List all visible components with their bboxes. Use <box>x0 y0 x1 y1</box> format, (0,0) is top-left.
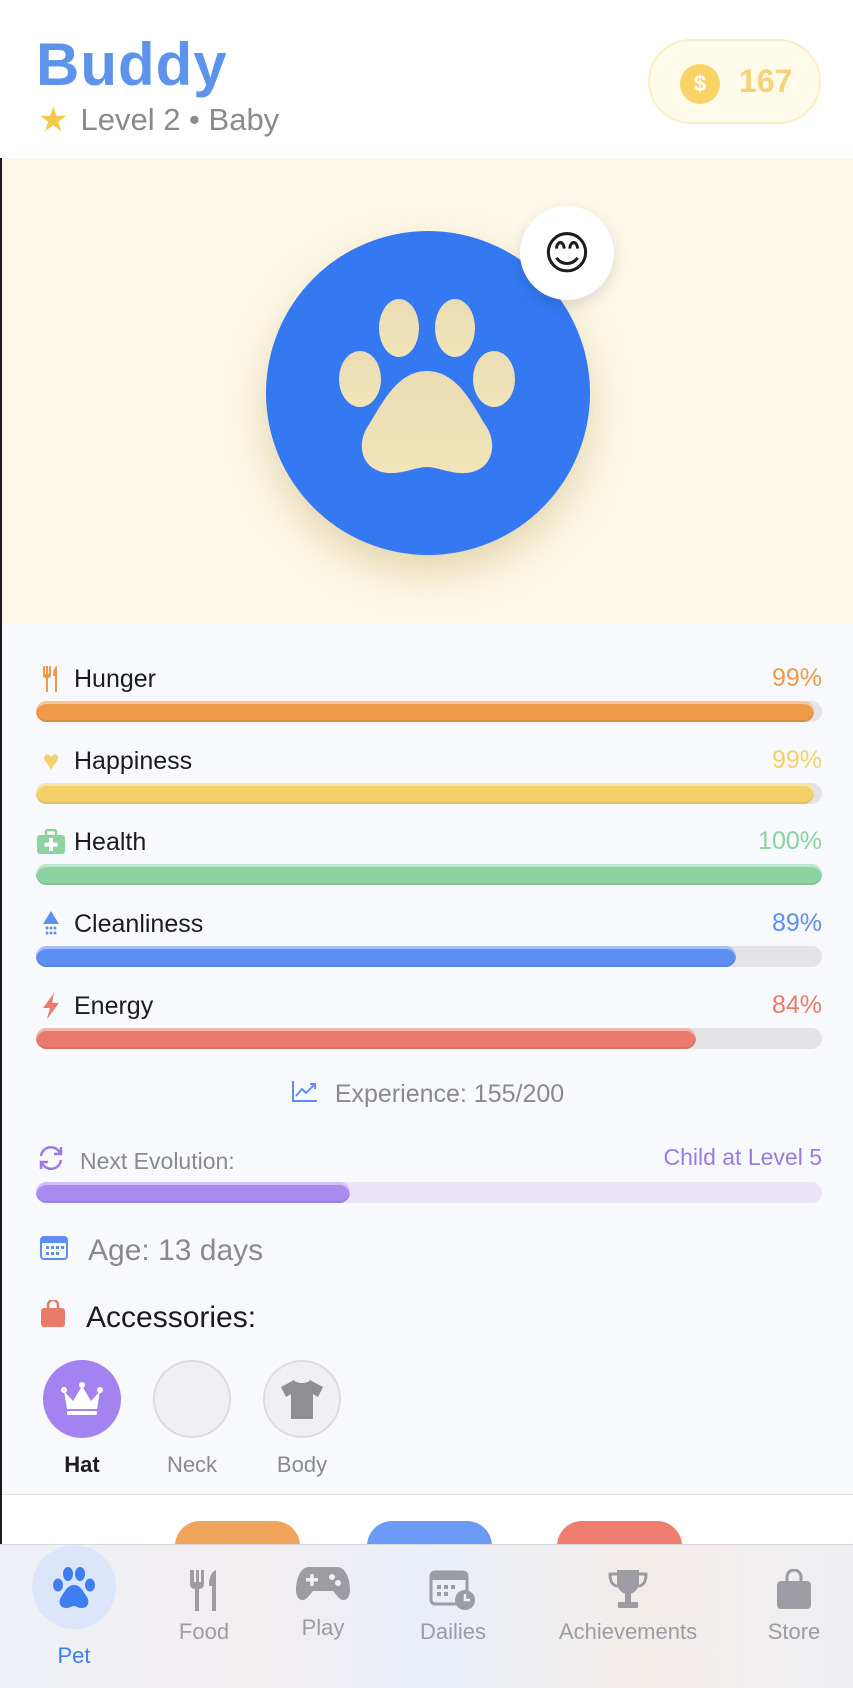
accessory-body[interactable]: Body <box>262 1360 342 1478</box>
stat-health-value: 100% <box>758 827 822 855</box>
stat-cleanliness-fill <box>36 946 736 967</box>
fork-knife-icon <box>164 1557 244 1623</box>
stat-health-label: Health <box>74 827 147 856</box>
stat-energy-fill <box>36 1028 697 1049</box>
stat-health-bar <box>36 864 822 885</box>
coin-icon: $ <box>680 64 720 104</box>
mood-emoji: 😊 <box>543 227 591 279</box>
stat-cleanliness-label-row: Cleanliness <box>36 909 203 939</box>
bolt-icon <box>36 991 66 1021</box>
stat-cleanliness-label: Cleanliness <box>74 909 204 938</box>
tab-achievements[interactable]: Achievements <box>545 1545 711 1688</box>
age-text: Age: 13 days <box>88 1234 264 1267</box>
stat-energy-label: Energy <box>74 991 154 1020</box>
stat-cleanliness-value: 89% <box>771 909 822 937</box>
level-text: Level 2 • Baby <box>80 102 280 137</box>
stat-happiness-label: Happiness <box>74 746 193 775</box>
star-icon: ★ <box>38 101 69 139</box>
stat-happiness-label-row: ♥ Happiness <box>36 745 193 776</box>
stats-panel: Hunger 99% ♥ Happiness 99% Health 100% C… <box>2 624 853 1494</box>
stat-happiness-value: 99% <box>771 746 822 774</box>
evolution-label: Next Evolution: <box>80 1147 235 1174</box>
tab-food-label: Food <box>178 1619 230 1644</box>
accessory-neck[interactable]: Neck <box>152 1360 232 1478</box>
stat-energy-value: 84% <box>771 991 822 1019</box>
fork-knife-icon <box>36 664 66 694</box>
medkit-icon <box>36 827 66 857</box>
shower-icon <box>36 909 66 939</box>
header: Buddy ★ Level 2 • Baby $ 167 <box>0 0 853 158</box>
accessory-neck-slot[interactable] <box>153 1360 231 1438</box>
accessory-hat-label: Hat <box>64 1452 100 1477</box>
tab-dailies-label: Dailies <box>419 1619 487 1644</box>
coin-balance[interactable]: $ 167 <box>648 39 821 124</box>
tab-pet-label: Pet <box>57 1643 91 1668</box>
stat-health-label-row: Health <box>36 827 146 857</box>
trophy-icon <box>588 1557 668 1623</box>
mood-indicator: 😊 <box>520 206 614 300</box>
pet-area: 😊 <box>2 158 853 624</box>
stat-hunger-fill <box>36 701 815 722</box>
evolution-label-row: Next Evolution: <box>36 1144 235 1178</box>
quick-actions <box>2 1494 853 1571</box>
calendar-clock-icon <box>413 1557 493 1623</box>
accessory-hat[interactable]: Hat <box>42 1360 122 1478</box>
tab-play[interactable]: Play <box>273 1545 373 1688</box>
evolution-target: Child at Level 5 <box>663 1144 822 1170</box>
shirt-icon <box>281 1380 323 1419</box>
stat-happiness-fill <box>36 783 815 804</box>
stat-happiness-bar <box>36 783 822 804</box>
stat-health-fill <box>36 864 822 885</box>
experience-text: Experience: 155/200 <box>334 1080 565 1108</box>
stat-hunger-label-row: Hunger <box>36 664 156 694</box>
coin-symbol: $ <box>693 71 707 96</box>
calendar-icon <box>40 1234 68 1268</box>
age: Age: 13 days <box>40 1234 263 1268</box>
tab-achievements-label: Achievements <box>558 1619 698 1644</box>
heart-icon: ♥ <box>42 745 60 776</box>
level-line: ★ Level 2 • Baby <box>38 100 279 140</box>
accessory-hat-slot[interactable] <box>43 1360 121 1438</box>
stat-energy-label-row: Energy <box>36 991 153 1021</box>
evolution-bar <box>36 1182 822 1203</box>
refresh-icon <box>36 1144 66 1178</box>
accessory-body-slot[interactable] <box>263 1360 341 1438</box>
tab-bar: Pet Food Play Dailies Achievements Store <box>0 1544 853 1688</box>
evolution-fill <box>36 1182 351 1203</box>
trend-up-icon <box>291 1079 319 1110</box>
stat-hunger-bar <box>36 701 822 722</box>
tab-store[interactable]: Store <box>744 1545 844 1688</box>
tab-play-label: Play <box>301 1615 345 1640</box>
bag-icon <box>40 1298 66 1336</box>
accessories-header: Accessories: <box>40 1298 257 1336</box>
stat-hunger-label: Hunger <box>74 664 156 693</box>
coin-count: 167 <box>739 63 793 99</box>
tab-dailies[interactable]: Dailies <box>403 1545 503 1688</box>
tab-store-label: Store <box>767 1619 821 1644</box>
tab-food[interactable]: Food <box>154 1545 254 1688</box>
accessory-neck-label: Neck <box>166 1452 218 1477</box>
bag-icon <box>754 1557 834 1623</box>
experience: Experience: 155/200 <box>2 1079 853 1110</box>
crown-icon <box>61 1382 103 1415</box>
stat-cleanliness-bar <box>36 946 822 967</box>
paw-icon <box>32 1545 116 1629</box>
accessories-title: Accessories: <box>86 1301 257 1334</box>
accessory-body-label: Body <box>276 1452 328 1477</box>
stat-hunger-value: 99% <box>771 664 822 692</box>
pet-name: Buddy <box>36 31 228 98</box>
stat-energy-bar <box>36 1028 822 1049</box>
tab-pet[interactable]: Pet <box>24 1545 124 1688</box>
gamepad-icon <box>283 1551 363 1617</box>
